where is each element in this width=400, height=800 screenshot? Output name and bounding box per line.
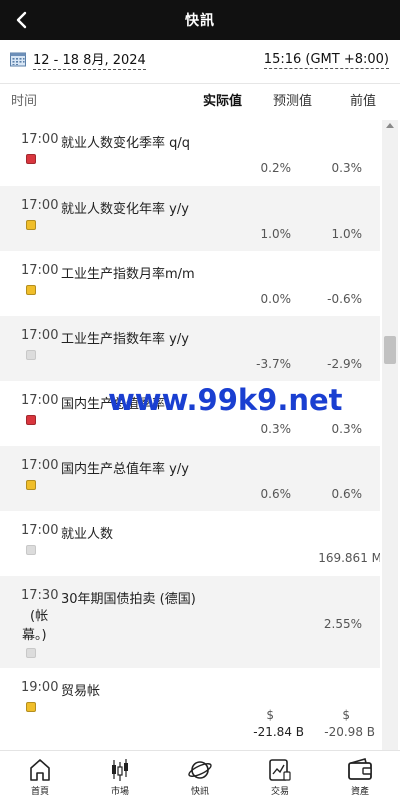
event-row[interactable]: 19:00 贸易帐 $ -21.84 B $ -20.98 B [0,668,380,750]
scrollbar[interactable] [382,120,398,750]
event-name: 工业生产指数年率 y/y [61,332,189,347]
event-previous: 0.3% [331,161,363,175]
nav-label: 交易 [270,787,289,797]
event-forecast: 0.3% [260,422,292,436]
event-previous: 169.861 M [318,551,380,565]
event-previous: 1.0% [331,227,363,241]
event-name: 30年期国债拍卖 (德国) [61,592,196,607]
nav-label: 快訊 [190,787,209,797]
event-name: 就业人数 [61,527,114,542]
event-forecast: 0.6% [260,487,292,501]
event-name-continued: (帐 [30,609,49,624]
event-time: 17:00 [21,393,59,408]
app: 快訊 12 - 18 8月, 2024 15:16 (GMT +8:00) 时间… [0,0,400,800]
event-forecast: -21.84 B [253,725,304,739]
top-bar: 快訊 [0,0,400,40]
event-name: 就业人数变化季率 q/q [61,136,191,151]
chevron-left-icon [16,11,27,29]
nav-label: 首頁 [30,787,49,797]
event-forecast: 0.0% [260,292,292,306]
event-row[interactable]: 17:00 工业生产指数月率m/m 0.0% -0.6% [0,251,380,316]
candlestick-icon [112,759,128,781]
event-name-continued: 幕。) [22,628,47,643]
event-time: 17:00 [21,263,59,278]
scrollbar-thumb[interactable] [384,336,396,364]
column-header-actual[interactable]: 实际值 [203,90,242,109]
event-time: 17:00 [21,328,59,343]
wallet-icon [348,758,372,780]
importance-high-indicator [26,415,36,425]
event-name: 国内生产总值年率 y/y [61,462,189,477]
event-time: 17:00 [21,458,59,473]
trade-chart-icon [269,759,291,781]
event-name: 贸易帐 [61,684,101,699]
event-row[interactable]: 17:00 就业人数变化季率 q/q 0.2% 0.3% [0,120,380,186]
event-name: 工业生产指数月率m/m [61,267,195,282]
event-time: 17:00 [21,523,59,538]
importance-low-indicator [26,545,36,555]
event-previous: -0.6% [327,292,362,306]
nav-label: 市場 [110,787,129,797]
event-forecast: 0.2% [260,161,292,175]
event-row[interactable]: 17:00 国内生产总值季率 0.3% 0.3% [0,381,380,446]
back-button[interactable] [10,6,34,34]
nav-item-market[interactable]: 市場 [90,755,150,799]
timezone-selector[interactable]: 15:16 (GMT +8:00) [263,52,389,69]
nav-item-assets[interactable]: 資產 [330,755,390,799]
event-list: 17:00 就业人数变化季率 q/q 0.2% 0.3% 17:00 就业人数变… [0,120,380,750]
calendar-icon[interactable] [10,51,26,67]
column-headers: 时间 实际值 预测值 前值 [0,84,400,114]
importance-medium-indicator [26,220,36,230]
scroll-up-arrow-icon[interactable] [386,123,394,128]
home-icon [30,759,50,781]
event-previous: 0.6% [331,487,363,501]
event-forecast-currency: $ [266,708,274,722]
column-header-time: 时间 [11,94,38,109]
event-forecast: 1.0% [260,227,292,241]
event-time: 19:00 [21,680,59,695]
event-row[interactable]: 17:30 30年期国债拍卖 (德国) (帐 幕。) 2.55% [0,576,380,668]
event-row[interactable]: 17:00 就业人数 169.861 M [0,511,380,576]
event-name: 就业人数变化年率 y/y [61,202,189,217]
event-forecast: -3.7% [256,357,291,371]
importance-high-indicator [26,154,36,164]
bottom-nav: 首頁 市場 快訊 交易 資產 [0,750,400,800]
importance-medium-indicator [26,285,36,295]
event-row[interactable]: 17:00 就业人数变化年率 y/y 1.0% 1.0% [0,186,380,251]
nav-label: 資產 [350,787,369,797]
nav-item-news[interactable]: 快訊 [170,755,230,799]
event-row[interactable]: 17:00 国内生产总值年率 y/y 0.6% 0.6% [0,446,380,511]
column-header-forecast[interactable]: 预测值 [273,90,312,109]
event-previous-currency: $ [342,708,350,722]
importance-medium-indicator [26,480,36,490]
event-previous: -20.98 B [324,725,375,739]
event-previous: -2.9% [327,357,362,371]
importance-medium-indicator [26,702,36,712]
event-time: 17:00 [21,132,59,147]
importance-low-indicator [26,350,36,360]
event-name: 国内生产总值季率 [61,397,166,412]
importance-low-indicator [26,648,36,658]
nav-item-home[interactable]: 首頁 [10,755,70,799]
event-time: 17:30 [21,588,59,603]
column-header-previous[interactable]: 前值 [350,90,376,109]
page-title: 快訊 [185,13,215,29]
event-row[interactable]: 17:00 工业生产指数年率 y/y -3.7% -2.9% [0,316,380,381]
planet-icon [188,761,212,779]
event-previous: 2.55% [323,617,362,631]
event-time: 17:00 [21,198,59,213]
date-range-selector[interactable]: 12 - 18 8月, 2024 [33,53,146,70]
event-previous: 0.3% [331,422,363,436]
nav-item-trade[interactable]: 交易 [250,755,310,799]
